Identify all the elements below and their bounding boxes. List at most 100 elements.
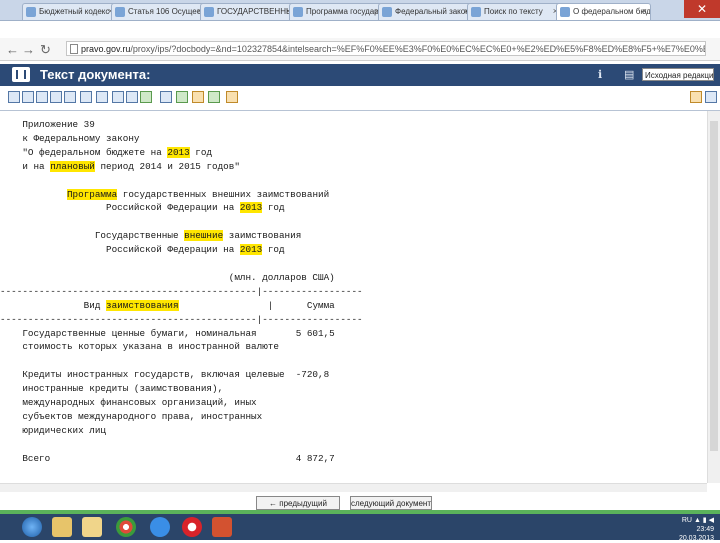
browser-tab[interactable]: Программа государств× [289, 3, 384, 20]
chrome-icon[interactable] [116, 517, 136, 537]
text-segment: Государственные ценные бумаги, номинальн… [0, 327, 335, 339]
document-line: Кредиты иностранных государств, включая … [0, 369, 329, 381]
powerpoint-icon[interactable] [212, 517, 232, 537]
tab-favicon-icon [382, 7, 392, 17]
first-page-icon[interactable] [8, 91, 20, 103]
document-line: и на плановый период 2014 и 2015 годов" [0, 160, 240, 173]
scroll-thumb[interactable] [710, 121, 718, 451]
start-button-icon[interactable] [22, 517, 42, 537]
forward-icon[interactable]: → [22, 42, 35, 57]
search-icon[interactable] [140, 91, 152, 103]
text-segment: международных финансовых организаций, ин… [0, 397, 257, 408]
text-segment: (млн. долларов США) [0, 271, 335, 283]
os-taskbar: RU ▲ ▮ ◀ 23:49 20.03.2013 [0, 514, 720, 543]
page-list-icon[interactable] [64, 91, 76, 103]
browser-tab-strip: Бюджетный кодекс×Статья 106 Осуществ×ГОС… [0, 0, 720, 38]
text-segment: год [262, 202, 285, 214]
language-indicator[interactable]: RU [682, 517, 692, 524]
copy-icon[interactable] [160, 91, 172, 103]
ie-icon[interactable] [150, 517, 170, 537]
settings-icon[interactable] [705, 91, 717, 103]
text-segment: | Сумма [178, 299, 335, 311]
document-line: Всего 4 872,7 [0, 452, 335, 465]
clock-time: 23:49 [696, 526, 714, 533]
document-line: стоимость которых указана в иностранной … [0, 341, 279, 353]
opera-icon[interactable] [182, 517, 202, 537]
browser-tab[interactable]: Поиск по тексту× [467, 3, 562, 20]
print-icon[interactable] [96, 91, 108, 103]
text-segment: Российской Федерации на [0, 202, 240, 214]
document-toolbar [0, 86, 720, 111]
close-window-icon[interactable]: ✕ [684, 0, 720, 18]
tab-favicon-icon [293, 7, 303, 17]
browser-tab[interactable]: О федеральном бюд × [556, 3, 651, 20]
next-document-button[interactable]: следующий документ → [350, 496, 432, 522]
document-title: Текст документа: [40, 67, 151, 82]
search-highlight: Программа [66, 188, 118, 200]
text-segment: заимствования [223, 230, 302, 242]
document-line: субъектов международного права, иностран… [0, 411, 262, 423]
tab-close-icon[interactable]: × [642, 6, 647, 16]
text-segment: Всего 4 872,7 [0, 452, 335, 464]
prev-document-button[interactable]: ← предыдущий документ [256, 496, 340, 522]
browser-tab[interactable]: Федеральный закон× [378, 3, 473, 20]
search-highlight: внешние [184, 230, 224, 242]
system-tray: RU ▲ ▮ ◀ 23:49 20.03.2013 [679, 516, 714, 543]
url-input[interactable]: pravo.gov.ru/proxy/ips/?docbody=&nd=1023… [66, 41, 706, 56]
document-line: юридических лиц [0, 425, 106, 437]
tab-favicon-icon [26, 7, 36, 17]
text-segment: Российской Федерации на [0, 244, 240, 256]
explorer-icon[interactable] [82, 517, 102, 537]
save-icon[interactable] [112, 91, 124, 103]
app-logo-icon [12, 67, 30, 82]
tab-favicon-icon [560, 7, 570, 17]
prev-page-icon[interactable] [22, 91, 34, 103]
last-page-icon[interactable] [50, 91, 62, 103]
bookmark-icon[interactable] [192, 91, 204, 103]
back-icon[interactable]: ← [6, 42, 19, 57]
document-line: "О федеральном бюджете на 2013 год [0, 146, 212, 159]
document-line: Российской Федерации на 2013 год [0, 202, 285, 214]
browser-tab[interactable]: ГОСУДАРСТВЕННЫЕ× [200, 3, 295, 20]
vertical-scrollbar[interactable] [707, 111, 720, 483]
document-line: Приложение 39 [0, 119, 95, 131]
text-segment: ----------------------------------------… [0, 313, 363, 325]
text-segment: ----------------------------------------… [0, 285, 363, 297]
find-next-icon[interactable] [176, 91, 188, 103]
download-icon[interactable] [226, 91, 238, 103]
favorites-icon[interactable] [690, 91, 702, 103]
text-segment: Вид [0, 299, 107, 311]
next-page-icon[interactable] [36, 91, 48, 103]
menu-icon[interactable]: ▤ [624, 68, 634, 81]
export-icon[interactable] [126, 91, 138, 103]
text-segment: год [262, 244, 285, 256]
document-line: Программа государственных внешних заимст… [0, 188, 330, 201]
text-segment: субъектов международного права, иностран… [0, 410, 263, 422]
media-player-icon[interactable] [52, 517, 72, 537]
tab-favicon-icon [115, 7, 125, 17]
url-path: /proxy/ips/?docbody=&nd=102327854&intels… [130, 44, 705, 54]
document-body: Приложение 39 к Федеральному закону "О ф… [0, 111, 707, 483]
document-line: ----------------------------------------… [0, 286, 363, 298]
address-bar-row: ← → ↻ pravo.gov.ru/proxy/ips/?docbody=&n… [0, 38, 720, 61]
tab-label: Статья 106 Осуществ [128, 7, 206, 16]
url-host: pravo.gov.ru [81, 44, 131, 54]
document-line: международных финансовых организаций, ин… [0, 397, 257, 409]
tab-favicon-icon [204, 7, 214, 17]
mark-icon[interactable] [208, 91, 220, 103]
network-icon[interactable]: ▲ ▮ ◀ [694, 517, 714, 524]
tab-label: О федеральном бюд [573, 7, 651, 16]
browser-tab[interactable]: Статья 106 Осуществ× [111, 3, 206, 20]
info-icon[interactable]: ℹ [598, 68, 602, 81]
text-segment: Государственные [0, 230, 185, 242]
text-segment [0, 189, 67, 200]
search-highlight: 2013 [239, 202, 263, 214]
search-highlight: заимствования [106, 299, 179, 311]
text-segment: "О федеральном бюджете на [0, 146, 168, 158]
reload-icon[interactable]: ↻ [40, 42, 51, 58]
text-segment: государственных внешних заимствований [117, 188, 330, 200]
browser-tab[interactable]: Бюджетный кодекс× [22, 3, 117, 20]
toc-icon[interactable] [80, 91, 92, 103]
tab-label: ГОСУДАРСТВЕННЫЕ [217, 7, 295, 16]
edition-select[interactable]: Исходная редакция ▾ [642, 68, 714, 81]
